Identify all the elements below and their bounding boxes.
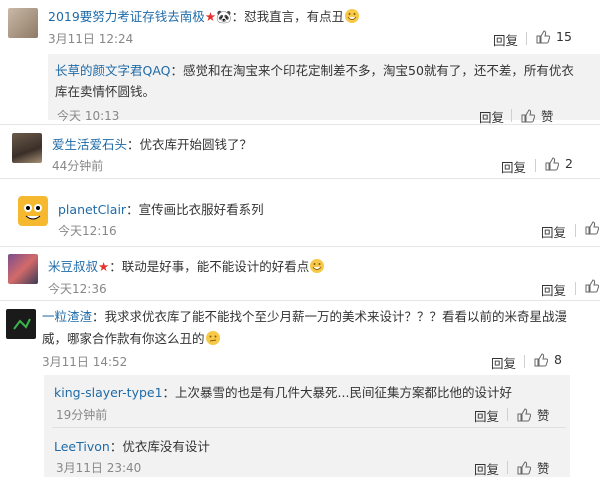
reply-body: LeeTivon：优衣库没有设计 (54, 436, 210, 455)
reply-button[interactable]: 回复 (541, 222, 566, 241)
reply-time: 今天 10:13 (57, 109, 120, 123)
username-link[interactable]: 米豆叔叔 (48, 259, 98, 274)
comment-body: planetClair：宣传画比衣服好看系列 (58, 199, 264, 218)
divider (507, 408, 508, 421)
comment-body: 一粒渣渣：我求求优衣库了能不能找个至少月薪一万的美术来设计？？？看看以前的米奇星… (42, 306, 594, 353)
comment-text: ：宣传画比衣服好看系列 (126, 202, 264, 217)
like-button[interactable]: 8 (534, 352, 562, 367)
comment-time: 3月11日 14:52 (42, 355, 128, 369)
avatar[interactable] (8, 8, 38, 38)
comment-time: 44分钟前 (52, 159, 104, 173)
divider (575, 224, 576, 237)
laugh-emoji-icon (344, 8, 360, 27)
like-button[interactable]: 赞 (521, 106, 554, 125)
reply-button[interactable]: 回复 (474, 406, 499, 425)
comment-body: 爱生活爱石头：优衣库开始圆钱了？ (52, 134, 252, 153)
comment-text: ：联动是好事，能不能设计的好看点 (109, 259, 310, 274)
username-link[interactable]: 长草的颜文字君QAQ (55, 63, 171, 78)
comment-time: 3月11日 12:24 (48, 32, 134, 46)
laugh-emoji-icon (309, 258, 325, 277)
like-count: 2 (565, 156, 573, 171)
comment-time: 今天12:16 (58, 224, 117, 238)
username-link[interactable]: planetClair (58, 202, 126, 217)
reply-button[interactable]: 回复 (541, 280, 566, 299)
divider (507, 461, 508, 474)
thumbs-up-icon (534, 352, 548, 366)
star-icon: ★ (204, 9, 217, 24)
reply-button[interactable]: 回复 (491, 353, 516, 372)
reply-text-continued: 库在卖情怀圆钱。 (55, 84, 156, 99)
reply-text: ：感觉和在淘宝来个印花定制差不多，淘宝50就有了，还不差，所有优衣 (170, 63, 574, 78)
reply-button[interactable]: 回复 (493, 30, 518, 49)
separator (0, 300, 600, 301)
like-button[interactable]: 赞 (517, 405, 550, 424)
thumbs-up-icon (517, 407, 531, 421)
like-button[interactable]: 2 (545, 156, 573, 171)
avatar[interactable] (12, 133, 42, 163)
like-count: 8 (554, 352, 562, 367)
comment-time: 今天12:36 (48, 282, 107, 296)
divider (524, 355, 525, 368)
comment-body: 2019要努力考证存钱去南极★🐼：怼我直言，有点丑 (48, 6, 360, 27)
divider (575, 282, 576, 295)
comment-text: ：优衣库开始圆钱了？ (127, 137, 253, 152)
thumbs-up-icon (521, 108, 535, 122)
comment-text: ：我求求优衣库了能不能找个至少月薪一万的美术来设计？？？看看以前的米奇星战漫 (92, 309, 568, 324)
divider (526, 32, 527, 45)
username-link[interactable]: 爱生活爱石头 (52, 137, 127, 152)
reply-separator (52, 427, 566, 428)
like-label: 赞 (537, 408, 550, 423)
reply-body: king-slayer-type1：上次暴雪的也是有几件大暴死...民间征集方案… (54, 382, 512, 401)
thumbs-up-icon (517, 460, 531, 474)
thumbs-up-icon (545, 156, 559, 170)
separator (0, 178, 600, 179)
like-button[interactable] (585, 279, 599, 293)
separator (0, 124, 600, 125)
like-button[interactable]: 15 (536, 29, 572, 44)
reply-button[interactable]: 回复 (474, 459, 499, 478)
comment-body: 米豆叔叔★：联动是好事，能不能设计的好看点 (48, 256, 325, 277)
like-button[interactable] (585, 221, 599, 235)
reply-button[interactable]: 回复 (501, 157, 526, 176)
like-count: 15 (556, 29, 572, 44)
reply-text: ：优衣库没有设计 (109, 439, 210, 454)
thumbs-up-icon (536, 29, 550, 43)
thinking-emoji-icon (205, 330, 221, 353)
username-link[interactable]: LeeTivon (54, 439, 110, 454)
comment-text: ：怼我直言，有点丑 (231, 9, 345, 24)
username-link[interactable]: king-slayer-type1 (54, 385, 163, 400)
like-button[interactable]: 赞 (517, 458, 550, 477)
panda-icon: 🐼 (216, 9, 232, 24)
reply-time: 3月11日 23:40 (56, 461, 142, 475)
divider (511, 109, 512, 122)
reply-text: ：上次暴雪的也是有几件大暴死...民间征集方案都比他的设计好 (162, 385, 512, 400)
avatar[interactable] (6, 309, 36, 339)
separator (0, 246, 600, 247)
like-label: 赞 (537, 461, 550, 476)
avatar[interactable] (18, 196, 48, 226)
thumbs-up-icon (585, 279, 599, 293)
star-icon: ★ (98, 259, 110, 274)
thumbs-up-icon (585, 221, 599, 235)
reply-body: 长草的颜文字君QAQ：感觉和在淘宝来个印花定制差不多，淘宝50就有了，还不差，所… (55, 60, 595, 102)
divider (535, 159, 536, 172)
reply-time: 19分钟前 (56, 408, 108, 422)
avatar[interactable] (8, 254, 38, 284)
username-link[interactable]: 一粒渣渣 (42, 309, 92, 324)
comment-text-continued: 威，哪家合作款有你这么丑的 (42, 331, 205, 346)
username-link[interactable]: 2019要努力考证存钱去南极 (48, 9, 205, 24)
like-label: 赞 (541, 109, 554, 124)
